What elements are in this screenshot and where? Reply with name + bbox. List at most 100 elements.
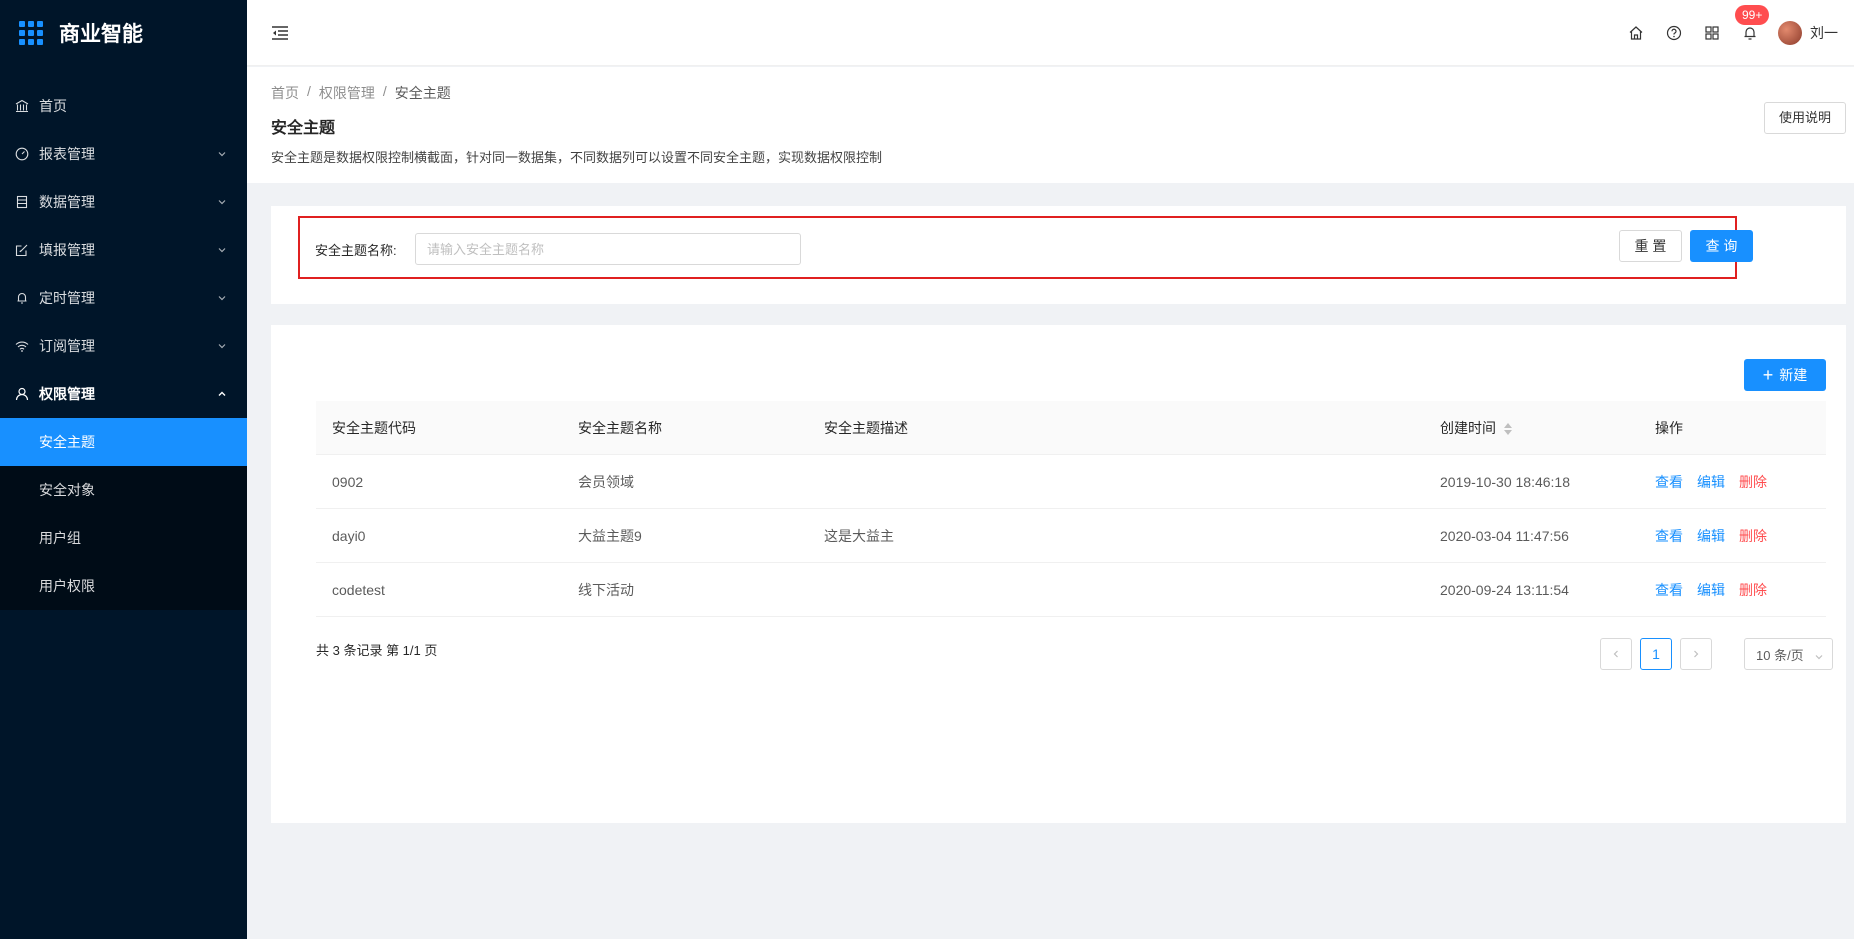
sidebar-item-label: 权限管理 — [39, 386, 95, 402]
sidebar-item-permissions[interactable]: 权限管理 — [0, 370, 247, 418]
breadcrumb-item-current: 安全主题 — [394, 85, 451, 101]
breadcrumb-item-permissions[interactable]: 权限管理 — [319, 83, 375, 103]
page-number[interactable]: 1 — [1640, 638, 1672, 670]
sidebar-item-schedule[interactable]: 定时管理 — [0, 274, 247, 322]
chevron-down-icon — [217, 149, 227, 159]
chevron-right-icon — [1694, 650, 1699, 658]
bell-icon — [15, 291, 29, 305]
chevron-down-icon — [217, 341, 227, 351]
sidebar: 商业智能 首页 报表管理 数据管理 填报管理 定时管理 订阅管理 权限管理 安全… — [0, 0, 247, 939]
user-name[interactable]: 刘一 — [1810, 23, 1838, 43]
chevron-down-icon — [217, 245, 227, 255]
cell-actions: 查看 编辑 删除 — [1655, 563, 1767, 617]
search-form-highlight: 安全主题名称: 重 置 查 询 — [298, 216, 1753, 279]
page-size-value: 10 条/页 — [1756, 647, 1804, 663]
column-header: 安全主题描述 — [824, 420, 908, 436]
sidebar-item-security-object[interactable]: 安全对象 — [0, 466, 247, 514]
sidebar-item-subscription[interactable]: 订阅管理 — [0, 322, 247, 370]
view-link[interactable]: 查看 — [1655, 582, 1683, 598]
avatar[interactable] — [1778, 21, 1802, 45]
view-link[interactable]: 查看 — [1655, 528, 1683, 544]
cell-actions: 查看 编辑 删除 — [1655, 455, 1767, 509]
cell-code: codetest — [332, 582, 385, 598]
table-card: + 新建 安全主题代码 安全主题名称 安全主题描述 创建时间 操作 0902 会… — [271, 325, 1846, 823]
breadcrumb-separator: / — [382, 83, 387, 99]
delete-link[interactable]: 删除 — [1739, 474, 1767, 490]
cell-code: dayi0 — [332, 528, 366, 544]
column-header-sortable[interactable]: 创建时间 — [1440, 401, 1512, 455]
chevron-left-icon — [1613, 650, 1618, 658]
sidebar-item-security-theme[interactable]: 安全主题 — [0, 418, 247, 466]
dashboard-icon — [15, 147, 29, 161]
database-icon — [15, 195, 29, 209]
sidebar-item-reports[interactable]: 报表管理 — [0, 130, 247, 178]
column-header: 安全主题名称 — [578, 420, 662, 436]
cell-name: 会员领域 — [578, 474, 634, 490]
menu-fold-icon[interactable] — [271, 24, 289, 42]
cell-name: 大益主题9 — [578, 528, 642, 544]
logo[interactable]: 商业智能 — [0, 0, 247, 66]
sidebar-item-label: 订阅管理 — [39, 338, 95, 354]
chevron-down-icon — [217, 293, 227, 303]
query-button[interactable]: 查 询 — [1690, 230, 1753, 262]
appstore-icon[interactable] — [1704, 25, 1720, 41]
pagination: 1 10 条/页 — [1600, 638, 1833, 670]
reset-button[interactable]: 重 置 — [1619, 230, 1682, 262]
app-title: 商业智能 — [59, 23, 143, 46]
column-header: 操作 — [1655, 420, 1683, 436]
help-icon[interactable] — [1666, 25, 1682, 41]
search-label: 安全主题名称: — [315, 243, 397, 258]
cell-created: 2020-03-04 11:47:56 — [1440, 528, 1569, 544]
breadcrumb: 首页 / 权限管理 / 安全主题 — [271, 83, 451, 103]
header-actions: 99+ 刘一 — [1606, 0, 1838, 66]
wifi-icon — [15, 339, 29, 353]
plus-icon: + — [1762, 365, 1774, 385]
data-table: 安全主题代码 安全主题名称 安全主题描述 创建时间 操作 0902 会员领域 2… — [316, 401, 1826, 617]
view-link[interactable]: 查看 — [1655, 474, 1683, 490]
sidebar-item-forms[interactable]: 填报管理 — [0, 226, 247, 274]
sort-icon[interactable] — [1504, 423, 1512, 436]
help-button[interactable]: 使用说明 — [1763, 102, 1846, 134]
bank-icon — [15, 99, 29, 113]
new-button[interactable]: + 新建 — [1744, 359, 1826, 391]
sidebar-item-user-permission[interactable]: 用户权限 — [0, 562, 247, 610]
sidebar-menu: 首页 报表管理 数据管理 填报管理 定时管理 订阅管理 权限管理 安全主题 安全… — [0, 82, 247, 610]
new-button-label: 新建 — [1779, 367, 1808, 383]
sidebar-item-label: 填报管理 — [39, 242, 95, 258]
edit-link[interactable]: 编辑 — [1697, 474, 1725, 490]
edit-link[interactable]: 编辑 — [1697, 528, 1725, 544]
cell-created: 2020-09-24 13:11:54 — [1440, 582, 1569, 598]
table-row: dayi0 大益主题9 这是大益主 2020-03-04 11:47:56 查看… — [316, 509, 1826, 563]
breadcrumb-item-home[interactable]: 首页 — [271, 83, 299, 103]
notification-badge: 99+ — [1735, 5, 1770, 25]
cell-name: 线下活动 — [578, 582, 634, 598]
sidebar-item-user-group[interactable]: 用户组 — [0, 514, 247, 562]
page-header: 首页 / 权限管理 / 安全主题 安全主题 安全主题是数据权限控制横截面，针对同… — [247, 67, 1854, 183]
search-card: 安全主题名称: 重 置 查 询 — [271, 206, 1846, 304]
column-header: 安全主题代码 — [332, 420, 416, 436]
sidebar-item-data[interactable]: 数据管理 — [0, 178, 247, 226]
delete-link[interactable]: 删除 — [1739, 582, 1767, 598]
sidebar-item-label: 首页 — [39, 98, 67, 114]
table-row: 0902 会员领域 2019-10-30 18:46:18 查看 编辑 删除 — [316, 455, 1826, 509]
delete-link[interactable]: 删除 — [1739, 528, 1767, 544]
total-records: 共 3 条记录 第 1/1 页 — [316, 643, 438, 658]
page-description: 安全主题是数据权限控制横截面，针对同一数据集，不同数据列可以设置不同安全主题，实… — [271, 150, 883, 165]
table-row: codetest 线下活动 2020-09-24 13:11:54 查看 编辑 删除 — [316, 563, 1826, 617]
column-header-label: 创建时间 — [1440, 420, 1496, 436]
sidebar-item-label: 定时管理 — [39, 290, 95, 306]
cell-actions: 查看 编辑 删除 — [1655, 509, 1767, 563]
prev-page-button[interactable] — [1600, 638, 1632, 670]
sidebar-item-home[interactable]: 首页 — [0, 82, 247, 130]
page-size-select[interactable]: 10 条/页 — [1744, 638, 1833, 670]
home-icon[interactable] — [1628, 25, 1644, 41]
top-header: 99+ 刘一 — [247, 0, 1854, 66]
notification-button[interactable]: 99+ — [1735, 5, 1770, 41]
chevron-down-icon — [1814, 650, 1824, 665]
next-page-button[interactable] — [1680, 638, 1712, 670]
user-icon — [15, 387, 29, 401]
sidebar-item-label: 报表管理 — [39, 146, 95, 162]
search-input[interactable] — [415, 233, 801, 265]
edit-link[interactable]: 编辑 — [1697, 582, 1725, 598]
cell-desc: 这是大益主 — [824, 528, 894, 544]
